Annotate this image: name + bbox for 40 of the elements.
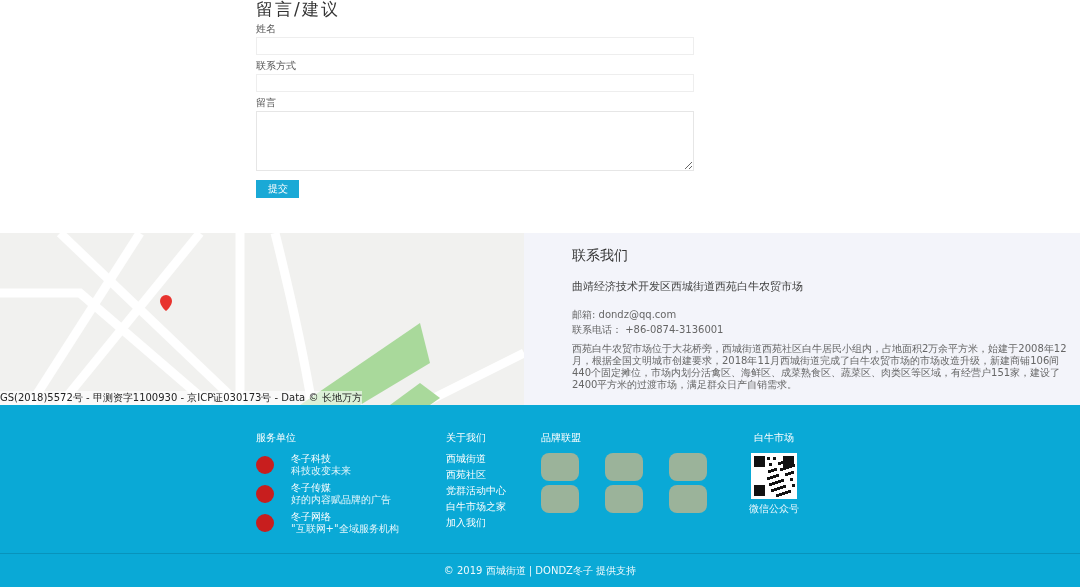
- field-label: 留言: [256, 97, 276, 109]
- field-label: 姓名: [256, 23, 276, 35]
- footer-link[interactable]: 党群活动中心: [446, 485, 506, 497]
- company-slogan: 科技改变未来: [291, 465, 351, 477]
- submit-button[interactable]: 提交: [256, 180, 299, 198]
- photo-placeholder[interactable]: [669, 485, 707, 513]
- description: 西苑白牛农贸市场位于大花桥旁，西城街道西苑社区白牛居民小组内，占地面积2万余平方米，始建于2008年12月，根据全国文明城市创建要求，2018年11月西城街道完成了白牛农贸市场的市场改造升级，新建商铺106间440个固定摊位，市场内划分活禽区、海鲜区、成菜熟食区、蔬菜区、肉类区等区域，有经营户151家，建设了2400平方米的过渡市场，满足群众日产自销需求。: [572, 343, 1068, 391]
- company-slogan: 好的内容赋品牌的广告: [291, 494, 391, 506]
- company-logo: [256, 456, 274, 474]
- column-title: 品牌联盟: [541, 431, 581, 445]
- message-field[interactable]: [256, 111, 694, 171]
- qr-caption: 微信公众号: [749, 502, 799, 516]
- address: 曲靖经济技术开发区西城街道西苑白牛农贸市场: [572, 279, 803, 294]
- company-name[interactable]: 冬子传媒: [291, 482, 331, 494]
- photo-placeholder[interactable]: [541, 453, 579, 481]
- photo-placeholder[interactable]: [605, 453, 643, 481]
- company-slogan: "互联网+"全域服务机构: [291, 523, 399, 535]
- company-logo: [256, 485, 274, 503]
- qr-code-icon: [751, 453, 797, 499]
- email: 邮箱: dondz@qq.com: [572, 308, 677, 322]
- photo-placeholder[interactable]: [669, 453, 707, 481]
- map[interactable]: GS(2018)5572号 - 甲测资字1100930 - 京ICP证030173号 - Data © 长地万方: [0, 233, 524, 405]
- photo-placeholder[interactable]: [541, 485, 579, 513]
- column-title: 白牛市场: [754, 431, 794, 445]
- contact-title: 联系我们: [572, 247, 628, 265]
- footer-link[interactable]: 白牛市场之家: [446, 501, 506, 513]
- copyright: © 2019 西城街道 | DONDZ冬子 提供支持: [443, 563, 637, 578]
- photo-placeholder[interactable]: [605, 485, 643, 513]
- company-logo: [256, 514, 274, 532]
- form-title: 留言/建议: [256, 0, 341, 18]
- company-name[interactable]: 冬子网络: [291, 511, 331, 523]
- footer-link[interactable]: 加入我们: [446, 517, 486, 529]
- field-label: 联系方式: [256, 60, 296, 72]
- column-title: 关于我们: [446, 431, 486, 445]
- footer-link[interactable]: 西苑社区: [446, 469, 486, 481]
- phone: 联系电话： +86-0874-3136001: [572, 323, 724, 337]
- company-name[interactable]: 冬子科技: [291, 453, 331, 465]
- map-attribution: GS(2018)5572号 - 甲测资字1100930 - 京ICP证030173号 - Data © 长地万方: [0, 391, 362, 405]
- footer-link[interactable]: 西城街道: [446, 453, 486, 465]
- column-title: 服务单位: [256, 431, 296, 445]
